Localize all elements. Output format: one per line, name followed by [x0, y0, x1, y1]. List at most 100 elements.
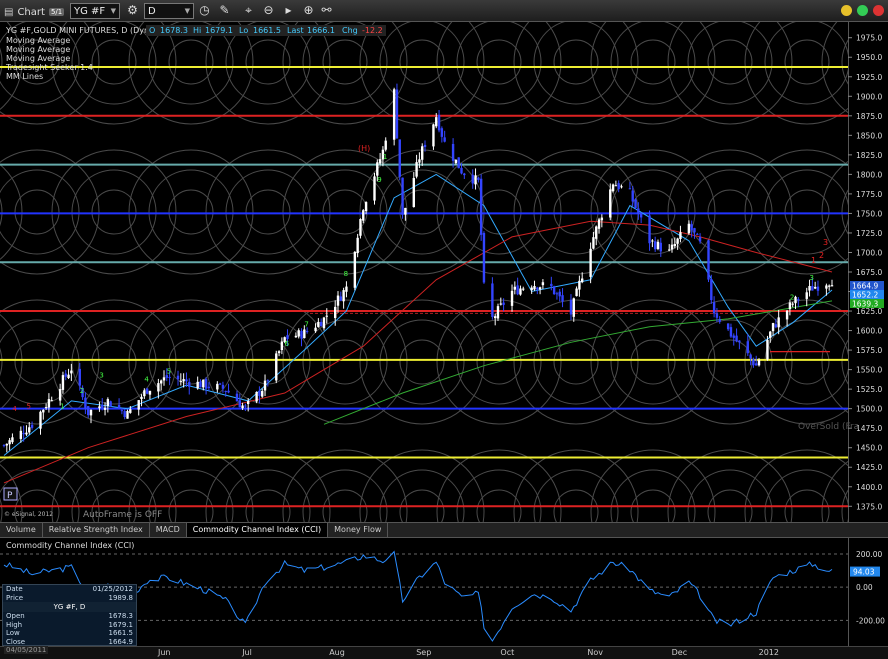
- candle-body: [732, 335, 735, 338]
- candle-body: [263, 380, 267, 391]
- candle-body: [404, 207, 407, 215]
- candle-body: [418, 159, 421, 163]
- candle-body: [345, 286, 348, 292]
- candle-body: [129, 409, 132, 413]
- last-value: 1666.1: [307, 26, 335, 35]
- p-marker: P: [7, 491, 13, 501]
- price-value: 1989.8: [108, 593, 134, 602]
- price-tick-label: 1500.0: [856, 405, 882, 414]
- cursor-icon[interactable]: ⌖: [240, 2, 257, 19]
- tab-money-flow[interactable]: Money Flow: [328, 523, 389, 537]
- study-label[interactable]: MM Lines: [6, 72, 43, 81]
- candle-body: [479, 178, 483, 235]
- candle-body: [592, 237, 595, 249]
- symbol-combo[interactable]: YG #F ▼: [70, 3, 120, 19]
- candle-body: [757, 360, 761, 366]
- candle-body: [42, 409, 45, 413]
- candle-body: [827, 285, 831, 287]
- candle-body: [412, 178, 415, 207]
- indicator-tabs: Volume Relative Strength Index MACD Comm…: [0, 522, 888, 538]
- candle-body: [303, 329, 306, 339]
- candle-body: [58, 389, 62, 401]
- price-tick-label: 1575.0: [856, 346, 882, 355]
- candle-body: [555, 293, 559, 295]
- close-icon[interactable]: [873, 5, 884, 16]
- candle-body: [631, 190, 634, 202]
- candle-body: [474, 175, 477, 185]
- pencil-icon[interactable]: ✎: [216, 2, 233, 19]
- candle-body: [749, 354, 752, 359]
- symbol-value: YG #F: [74, 5, 106, 17]
- tab-volume[interactable]: Volume: [0, 523, 43, 537]
- candle-body: [451, 143, 455, 161]
- cursor-info-panel: Date 01/25/2012 Price 1989.8 YG #F, D Open…: [2, 584, 137, 646]
- candle-body: [797, 299, 800, 301]
- link-settings-icon[interactable]: ⚙: [124, 2, 141, 19]
- candle-body: [752, 359, 755, 366]
- study-label[interactable]: Moving Average: [6, 54, 70, 63]
- candle-body: [176, 375, 180, 380]
- candle-body: [109, 401, 112, 407]
- price-label: Price: [6, 593, 24, 602]
- candle-body: [569, 299, 573, 315]
- interval-combo[interactable]: D ▼: [144, 3, 194, 19]
- candle-body: [39, 411, 42, 429]
- price-tick-label: 1675.0: [856, 268, 882, 277]
- chevron-down-icon[interactable]: ▼: [111, 7, 116, 15]
- study-label[interactable]: Moving Average: [6, 36, 70, 45]
- study-label[interactable]: Moving Average: [6, 45, 70, 54]
- candle-body: [696, 233, 699, 235]
- candle-body: [395, 89, 399, 139]
- price-tick-label: 1475.0: [856, 424, 882, 433]
- time-axis-label: Jun: [157, 648, 171, 657]
- settings-icon[interactable]: ⊕: [300, 2, 317, 19]
- play-icon[interactable]: ▸: [280, 2, 297, 19]
- time-axis[interactable]: Jun Jul Aug Sep Oct Nov Dec 2012: [0, 646, 888, 659]
- candle-body: [140, 396, 143, 399]
- candle-body: [218, 383, 222, 385]
- candle-body: [145, 388, 149, 394]
- price-chart[interactable]: 123 4567891234 5 1975.01950.01925.01900.01…: [0, 22, 888, 522]
- candle-body: [482, 233, 486, 283]
- open-label: Open: [6, 612, 25, 620]
- candle-body: [342, 290, 345, 302]
- candle-body: [126, 410, 129, 419]
- price-tick-label: 1925.0: [856, 73, 882, 82]
- candle-body: [101, 404, 104, 409]
- minimize-icon[interactable]: [841, 5, 852, 16]
- maximize-icon[interactable]: [857, 5, 868, 16]
- candle-body: [522, 288, 525, 290]
- tab-macd[interactable]: MACD: [150, 523, 187, 537]
- minus-circle-icon[interactable]: ⊖: [260, 2, 277, 19]
- seeker-marker: 9: [377, 176, 381, 184]
- candle-body: [690, 224, 693, 231]
- date-value: 01/25/2012: [92, 585, 133, 593]
- interval-value: D: [148, 5, 156, 17]
- tab-cci[interactable]: Commodity Channel Index (CCI): [186, 523, 329, 537]
- candle-body: [120, 410, 124, 412]
- info-symbol: YG #F, D: [3, 602, 136, 612]
- candle-body: [314, 327, 317, 332]
- candle-body: [698, 236, 702, 242]
- candle-body: [620, 186, 623, 188]
- seeker-marker: 1: [383, 153, 387, 161]
- study-label[interactable]: Tradesight Seeker 1.4: [5, 63, 93, 72]
- candle-body: [830, 285, 834, 287]
- price-tick-label: 1550.0: [856, 366, 882, 375]
- candle-body: [597, 219, 601, 229]
- candle-body: [600, 217, 604, 221]
- link-icon[interactable]: ⚯: [318, 2, 335, 19]
- open-value: 1678.3: [160, 26, 188, 35]
- chevron-down-icon[interactable]: ▼: [185, 7, 190, 15]
- seeker-marker: 2: [80, 387, 84, 395]
- candle-body: [275, 353, 278, 381]
- candle-body: [659, 242, 662, 252]
- candle-body: [578, 280, 581, 290]
- candle-body: [294, 335, 298, 338]
- candle-body: [98, 406, 101, 409]
- tab-rsi[interactable]: Relative Strength Index: [43, 523, 150, 537]
- candle-body: [179, 380, 183, 382]
- cci-tick-label: 0.00: [856, 583, 873, 592]
- clock-icon[interactable]: ◷: [196, 2, 213, 19]
- cci-tick-label: 200.00: [856, 550, 882, 559]
